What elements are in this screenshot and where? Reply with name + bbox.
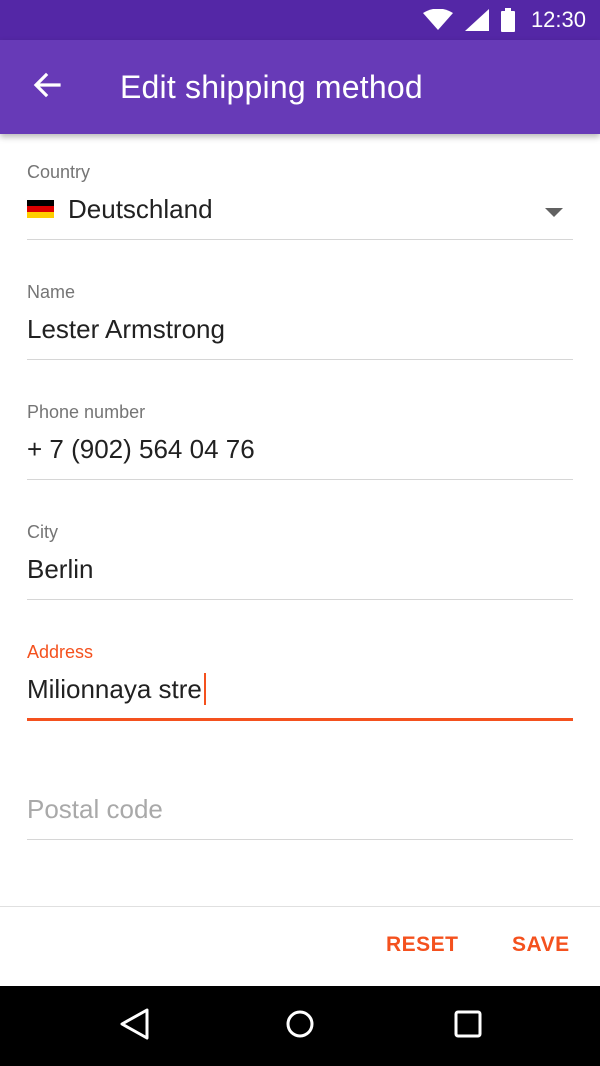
name-value[interactable]: Lester Armstrong bbox=[27, 314, 225, 345]
phone-underline bbox=[27, 479, 573, 480]
postal-code-placeholder[interactable]: Postal code bbox=[27, 794, 163, 825]
reset-button[interactable]: RESET bbox=[386, 933, 459, 957]
country-underline bbox=[27, 239, 573, 240]
phone-value[interactable]: + 7 (902) 564 04 76 bbox=[27, 434, 255, 465]
address-underline bbox=[27, 718, 573, 721]
text-cursor bbox=[203, 673, 206, 706]
country-value: Deutschland bbox=[68, 194, 213, 224]
cellular-signal-icon bbox=[464, 9, 489, 31]
page-title: Edit shipping method bbox=[120, 68, 423, 105]
battery-icon bbox=[500, 8, 515, 32]
circle-home-icon bbox=[284, 1008, 316, 1045]
city-field[interactable]: City Berlin bbox=[27, 494, 573, 614]
city-underline bbox=[27, 599, 573, 600]
country-value-row: Deutschland bbox=[27, 194, 213, 225]
wifi-icon bbox=[422, 9, 453, 31]
postal-code-underline bbox=[27, 839, 573, 840]
save-button[interactable]: SAVE bbox=[512, 933, 570, 957]
phone-field[interactable]: Phone number + 7 (902) 564 04 76 bbox=[27, 374, 573, 494]
square-recents-icon bbox=[453, 1009, 483, 1044]
name-field[interactable]: Name Lester Armstrong bbox=[27, 254, 573, 374]
postal-code-field[interactable]: Postal code bbox=[27, 734, 573, 854]
back-button[interactable] bbox=[0, 40, 94, 134]
app-bar: Edit shipping method bbox=[0, 40, 600, 134]
address-value: Milionnaya stre bbox=[27, 674, 202, 704]
address-field[interactable]: Address Milionnaya stre bbox=[27, 614, 573, 734]
status-bar: 12:30 bbox=[0, 0, 600, 40]
nav-back-button[interactable] bbox=[116, 1008, 152, 1044]
city-value[interactable]: Berlin bbox=[27, 554, 93, 585]
system-nav-bar bbox=[0, 986, 600, 1066]
country-label: Country bbox=[27, 162, 91, 182]
arrow-back-icon bbox=[33, 71, 61, 104]
triangle-back-icon bbox=[118, 1007, 150, 1046]
phone-label: Phone number bbox=[27, 402, 146, 422]
germany-flag-icon bbox=[27, 200, 54, 219]
status-time: 12:30 bbox=[530, 7, 586, 32]
address-label: Address bbox=[27, 642, 94, 662]
name-label: Name bbox=[27, 282, 76, 302]
city-label: City bbox=[27, 522, 58, 542]
address-value-row[interactable]: Milionnaya stre bbox=[27, 673, 206, 707]
action-bar: RESET SAVE bbox=[0, 906, 600, 986]
nav-recents-button[interactable] bbox=[450, 1008, 486, 1044]
dropdown-arrow-icon[interactable] bbox=[545, 208, 563, 217]
name-underline bbox=[27, 359, 573, 360]
country-select[interactable]: Country Deutschland bbox=[27, 134, 573, 254]
nav-home-button[interactable] bbox=[282, 1008, 318, 1044]
